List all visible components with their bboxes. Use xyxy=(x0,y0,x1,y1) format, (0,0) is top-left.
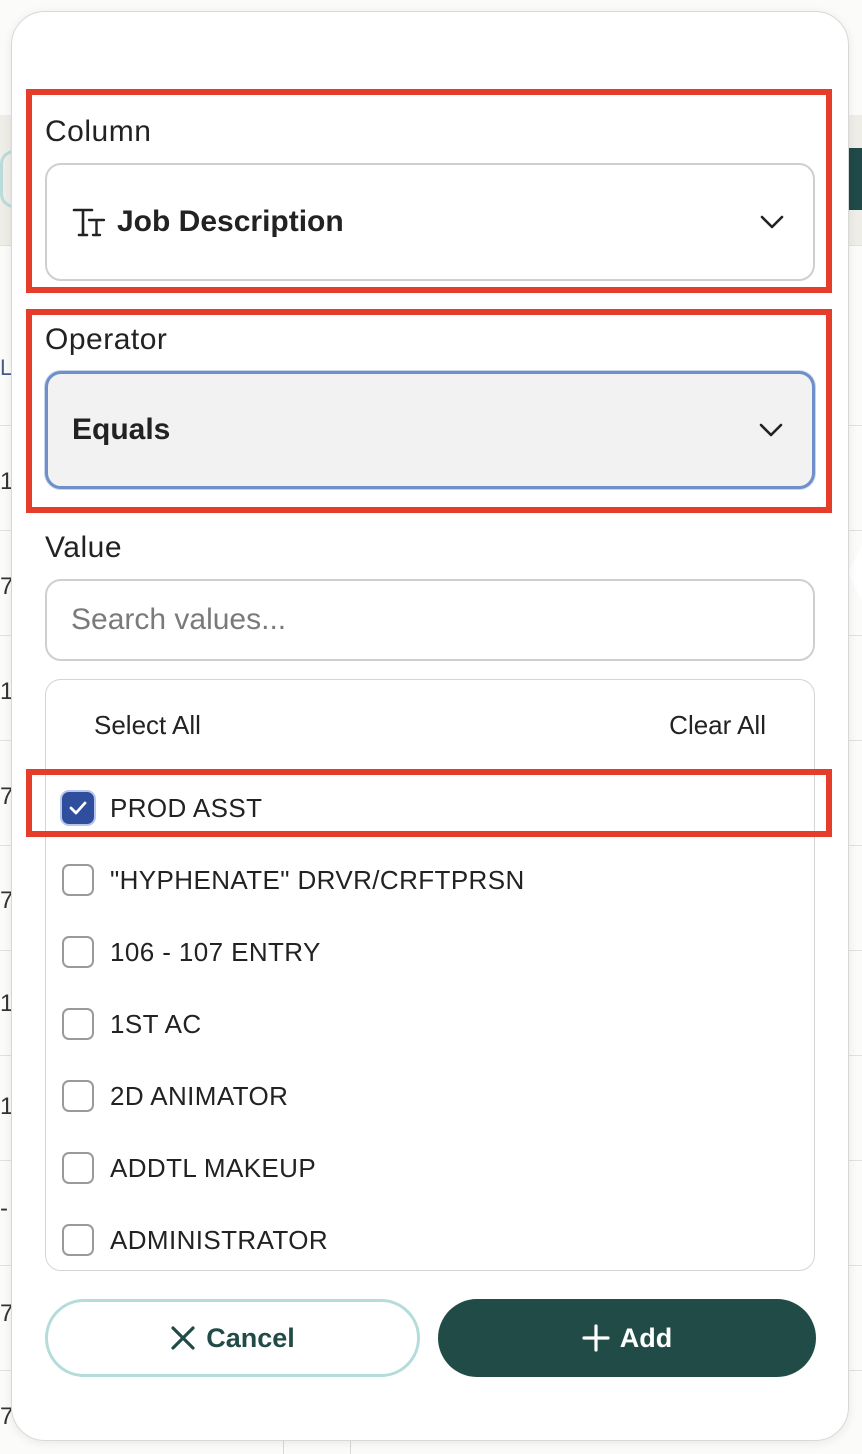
cancel-button[interactable]: Cancel xyxy=(45,1299,420,1377)
list-item[interactable]: PROD ASST xyxy=(46,780,814,836)
checkbox[interactable] xyxy=(62,936,94,968)
list-item-label: PROD ASST xyxy=(110,792,263,823)
list-item[interactable]: ADDTL MAKEUP xyxy=(46,1140,814,1196)
checkbox-checked[interactable] xyxy=(62,792,94,824)
close-icon xyxy=(171,1326,195,1350)
search-values-input[interactable] xyxy=(45,579,815,661)
list-item[interactable]: 106 - 107 ENTRY xyxy=(46,924,814,980)
text-type-icon xyxy=(72,208,106,237)
list-item-label: 2D ANIMATOR xyxy=(110,1080,289,1111)
column-label: Column xyxy=(45,115,152,148)
list-item-label: "HYPHENATE" DRVR/CRFTPRSN xyxy=(110,864,525,895)
select-all-button[interactable]: Select All xyxy=(94,710,201,741)
list-item-label: ADMINISTRATOR xyxy=(110,1224,329,1255)
list-item-label: 106 - 107 ENTRY xyxy=(110,936,321,967)
list-item[interactable]: 1ST AC xyxy=(46,996,814,1052)
chevron-down-icon xyxy=(759,423,783,437)
checkbox[interactable] xyxy=(62,1152,94,1184)
operator-label: Operator xyxy=(45,323,168,356)
list-item[interactable]: ADMINISTRATOR xyxy=(46,1212,814,1268)
values-list[interactable]: Select All Clear All PROD ASST "HYPHENAT… xyxy=(45,679,815,1271)
column-select-value: Job Description xyxy=(117,205,344,238)
cancel-button-label: Cancel xyxy=(206,1322,295,1353)
checkbox[interactable] xyxy=(62,864,94,896)
list-item[interactable]: "HYPHENATE" DRVR/CRFTPRSN xyxy=(46,852,814,908)
chevron-down-icon xyxy=(760,215,784,229)
list-actions: Select All Clear All xyxy=(46,710,814,746)
checkbox[interactable] xyxy=(62,1224,94,1256)
operator-select-value: Equals xyxy=(72,413,171,446)
checkbox[interactable] xyxy=(62,1080,94,1112)
background-dark-button xyxy=(848,148,862,210)
value-label: Value xyxy=(45,531,123,564)
add-button-label: Add xyxy=(619,1322,673,1353)
column-select[interactable]: Job Description xyxy=(45,163,815,281)
operator-select[interactable]: Equals xyxy=(45,371,815,489)
list-item-label: 1ST AC xyxy=(110,1008,202,1039)
check-icon xyxy=(69,801,87,815)
checkbox[interactable] xyxy=(62,1008,94,1040)
plus-icon xyxy=(582,1324,610,1352)
clear-all-button[interactable]: Clear All xyxy=(669,710,766,741)
bg-cell-fragment: - xyxy=(0,1195,8,1222)
list-item-label: ADDTL MAKEUP xyxy=(110,1152,317,1183)
popover-arrow xyxy=(848,545,862,601)
add-button[interactable]: Add xyxy=(438,1299,816,1377)
list-item[interactable]: 2D ANIMATOR xyxy=(46,1068,814,1124)
